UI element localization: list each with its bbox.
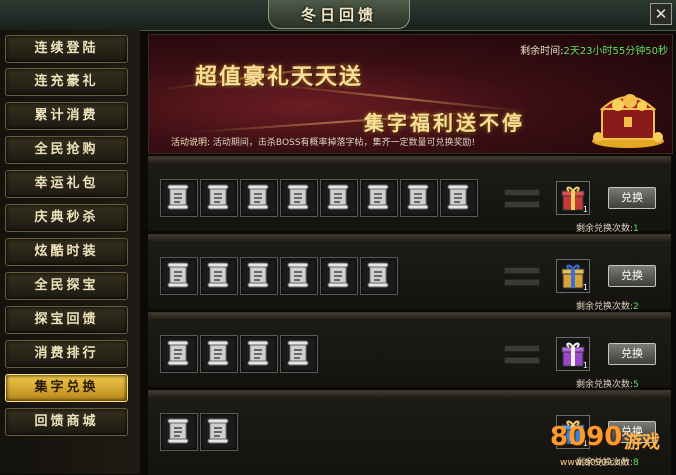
exchange-row: 1 兑换 剩余兑换次数:2 [148, 234, 671, 312]
scroll-icon [367, 262, 389, 288]
scroll-icon [167, 340, 189, 366]
scroll-icon [287, 262, 309, 288]
scroll-icon [167, 262, 189, 288]
remaining-label: 剩余兑换次数: [576, 224, 634, 234]
remaining-label: 剩余兑换次数: [576, 380, 634, 390]
sidebar-item-seckill[interactable]: 庆典秒杀 [5, 204, 128, 232]
scroll-slot[interactable] [200, 257, 238, 295]
scroll-slot[interactable] [280, 257, 318, 295]
event-banner: 超值豪礼天天送 集字福利送不停 剩余时间:2天23小时55分钟50秒 活动说明:… [148, 34, 673, 154]
sidebar-item-char-exchange[interactable]: 集字兑换 [5, 374, 128, 402]
scroll-icon [247, 262, 269, 288]
sidebar-item-ranking[interactable]: 消费排行 [5, 340, 128, 368]
reward-item[interactable]: 1 [556, 181, 590, 215]
banner-subtitle: 集字福利送不停 [364, 111, 525, 135]
remaining-label: 剩余兑换次数: [576, 302, 634, 312]
sidebar-item-flash-buy[interactable]: 全民抢购 [5, 136, 128, 164]
scroll-slot[interactable] [240, 179, 278, 217]
scroll-icon [247, 340, 269, 366]
scroll-icon [287, 184, 309, 210]
treasure-chest-icon [592, 94, 664, 148]
scroll-icon [207, 184, 229, 210]
scroll-slot[interactable] [400, 179, 438, 217]
scroll-icon [327, 184, 349, 210]
window-title: 冬日回馈 [268, 0, 410, 29]
remaining-exchanges: 剩余兑换次数:1 [576, 221, 639, 234]
remaining-value: 5 [633, 380, 639, 390]
remaining-value: 2 [633, 302, 639, 312]
site-watermark: 8090 游戏 www.8090.com [550, 410, 670, 470]
scroll-slot[interactable] [160, 335, 198, 373]
scroll-slot[interactable] [320, 179, 358, 217]
watermark-logo: 8090 [550, 422, 623, 452]
equals-bar [504, 345, 540, 352]
scroll-icon [167, 418, 189, 444]
remaining-exchanges: 剩余兑换次数:2 [576, 299, 639, 312]
sidebar: 连续登陆 连充豪礼 累计消费 全民抢购 幸运礼包 庆典秒杀 炫酷时装 全民探宝 … [0, 30, 140, 474]
watermark-word: 游戏 [624, 432, 660, 453]
scroll-slot[interactable] [440, 179, 478, 217]
title-bar: 冬日回馈 ✕ [0, 0, 676, 31]
sidebar-item-fashion[interactable]: 炫酷时装 [5, 238, 128, 266]
close-button[interactable]: ✕ [650, 3, 672, 25]
banner-title: 超值豪礼天天送 [195, 65, 364, 90]
reward-count: 1 [582, 205, 588, 214]
remaining-value: 1 [633, 224, 639, 234]
equals-bar [504, 357, 540, 364]
scroll-icon [207, 340, 229, 366]
scroll-slot[interactable] [280, 335, 318, 373]
scroll-icon [367, 184, 389, 210]
remaining-exchanges: 剩余兑换次数:5 [576, 377, 639, 390]
exchange-button[interactable]: 兑换 [608, 187, 656, 209]
equals-bar [504, 267, 540, 274]
scroll-icon [407, 184, 429, 210]
equals-bar [504, 189, 540, 196]
scroll-slot[interactable] [200, 179, 238, 217]
scroll-icon [167, 184, 189, 210]
countdown: 剩余时间:2天23小时55分钟50秒 [520, 42, 668, 57]
scroll-slot[interactable] [360, 257, 398, 295]
exchange-row: 1 兑换 剩余兑换次数:1 [148, 156, 671, 234]
event-description: 活动说明: 活动期间，击杀BOSS有概率掉落字帖，集齐一定数量可兑换奖励! [171, 135, 475, 148]
scroll-slot[interactable] [160, 179, 198, 217]
scroll-icon [287, 340, 309, 366]
exchange-button[interactable]: 兑换 [608, 343, 656, 365]
reward-count: 1 [582, 361, 588, 370]
scroll-slot[interactable] [160, 257, 198, 295]
reward-item[interactable]: 1 [556, 337, 590, 371]
scroll-icon [327, 262, 349, 288]
reward-item[interactable]: 1 [556, 259, 590, 293]
reward-count: 1 [582, 283, 588, 292]
scroll-icon [207, 418, 229, 444]
scroll-icon [207, 262, 229, 288]
sidebar-item-spend[interactable]: 累计消费 [5, 102, 128, 130]
exchange-button[interactable]: 兑换 [608, 265, 656, 287]
sidebar-item-lucky-pack[interactable]: 幸运礼包 [5, 170, 128, 198]
watermark-url: www.8090.com [560, 458, 630, 468]
scroll-icon [247, 184, 269, 210]
scroll-slot[interactable] [200, 335, 238, 373]
scroll-slot[interactable] [160, 413, 198, 451]
sidebar-item-treasure-fb[interactable]: 探宝回馈 [5, 306, 128, 334]
countdown-value: 2天23小时55分钟50秒 [563, 46, 668, 57]
scroll-slot[interactable] [280, 179, 318, 217]
sidebar-item-login[interactable]: 连续登陆 [5, 35, 128, 63]
scroll-slot[interactable] [320, 257, 358, 295]
sidebar-item-treasure[interactable]: 全民探宝 [5, 272, 128, 300]
sidebar-item-recharge[interactable]: 连充豪礼 [5, 68, 128, 96]
scroll-slot[interactable] [200, 413, 238, 451]
equals-bar [504, 201, 540, 208]
equals-bar [504, 279, 540, 286]
scroll-slot[interactable] [240, 335, 278, 373]
description-text: 活动期间，击杀BOSS有概率掉落字帖，集齐一定数量可兑换奖励! [212, 138, 476, 148]
sidebar-item-shop[interactable]: 回馈商城 [5, 408, 128, 436]
exchange-row: 1 兑换 剩余兑换次数:5 [148, 312, 671, 390]
scroll-slot[interactable] [240, 257, 278, 295]
scroll-slot[interactable] [360, 179, 398, 217]
main-panel: 超值豪礼天天送 集字福利送不停 剩余时间:2天23小时55分钟50秒 活动说明:… [146, 34, 676, 475]
description-label: 活动说明: [171, 138, 211, 148]
scroll-icon [447, 184, 469, 210]
countdown-label: 剩余时间: [520, 46, 564, 57]
